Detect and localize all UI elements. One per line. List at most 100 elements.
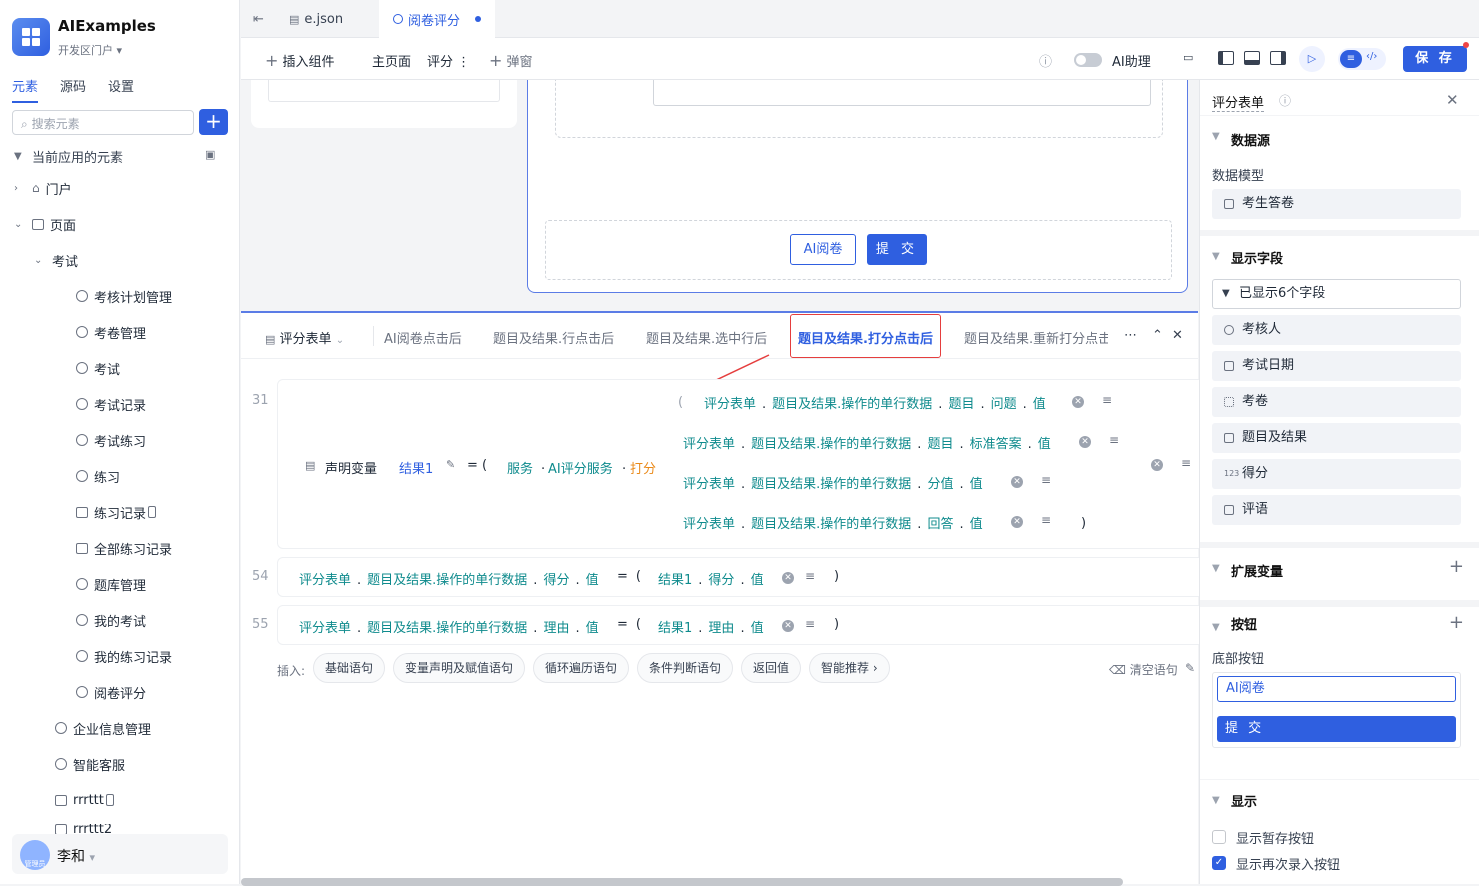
tree-item[interactable]: 考核计划管理 [76, 286, 172, 306]
code-mode-icon[interactable]: ‹/› [1366, 51, 1377, 62]
tree-item[interactable]: rrrttt [55, 790, 114, 810]
tab-active-page[interactable]: 阅卷评分 [379, 0, 496, 38]
caret-down-icon[interactable]: ▼ [1212, 251, 1220, 262]
help-icon[interactable]: ⓘ [1279, 92, 1291, 109]
arg-question[interactable]: 评分表单. 题目及结果.操作的单行数据. 题目. 问题. 值 [704, 393, 1046, 412]
form-textarea[interactable] [653, 80, 1151, 106]
tree-item[interactable]: 练习 [76, 466, 120, 486]
field-item[interactable]: 题目及结果 [1212, 423, 1461, 453]
remove-icon[interactable]: ✕ [1072, 396, 1084, 408]
event-tab[interactable]: 题目及结果.选中行后 [646, 328, 767, 347]
chevron-up-icon[interactable]: ⌃ [1152, 328, 1163, 343]
assign-target[interactable]: 评分表单. 题目及结果.操作的单行数据. 理由. 值 [299, 617, 599, 636]
collapse-sidebar-icon[interactable]: ⇤ [253, 0, 264, 38]
event-tab[interactable]: 题目及结果.行点击后 [493, 328, 614, 347]
options-icon[interactable]: ≡ [1181, 456, 1191, 470]
field-item[interactable]: 考核人 [1212, 315, 1461, 345]
caret-down-icon[interactable]: ▼ [1212, 563, 1220, 574]
show-draft-checkbox[interactable] [1212, 830, 1226, 844]
remove-icon[interactable]: ✕ [1011, 516, 1023, 528]
design-mode-icon[interactable]: ≡ [1340, 50, 1362, 68]
layout-icon[interactable]: ▭ [1183, 51, 1193, 64]
tab-settings[interactable]: 设置 [108, 76, 134, 103]
chip-basic-statement[interactable]: 基础语句 [313, 653, 386, 683]
options-icon[interactable]: ≡ [1102, 393, 1112, 407]
tree-item-pages[interactable]: ⌄ 页面 [14, 214, 76, 234]
chip-return[interactable]: 返回值 [741, 653, 802, 683]
options-icon[interactable]: ≡ [805, 617, 815, 631]
tab-elements[interactable]: 元素 [12, 76, 39, 103]
arg-standard-answer[interactable]: 评分表单. 题目及结果.操作的单行数据. 题目. 标准答案. 值 [683, 433, 1051, 452]
tree-item[interactable]: 智能客服 [55, 754, 125, 774]
assign-source[interactable]: 结果1. 理由. 值 [658, 617, 764, 636]
chip-condition-statement[interactable]: 条件判断语句 [637, 653, 734, 683]
add-button-icon[interactable]: + [1449, 612, 1464, 633]
fields-dropdown[interactable]: ▼ 已显示6个字段 [1212, 279, 1461, 309]
ai-assist-toggle[interactable] [1074, 53, 1102, 67]
options-icon[interactable]: ≡ [1109, 433, 1119, 447]
tree-item[interactable]: 题库管理 [76, 574, 146, 594]
options-icon[interactable]: ≡ [1041, 513, 1051, 527]
tree-item[interactable]: 企业信息管理 [55, 718, 151, 738]
collapse-icon[interactable]: ▣ [205, 148, 215, 161]
assign-source[interactable]: 结果1. 得分. 值 [658, 569, 764, 588]
chip-variable-statement[interactable]: 变量声明及赋值语句 [393, 653, 526, 683]
remove-icon[interactable]: ✕ [1011, 476, 1023, 488]
popup-button[interactable]: + 弹窗 [489, 51, 533, 70]
tree-item[interactable]: 全部练习记录 [76, 538, 172, 558]
remove-icon[interactable]: ✕ [782, 620, 794, 632]
tree-item-exam-group[interactable]: ⌄ 考试 [34, 250, 78, 270]
tree-item[interactable]: rrrttt2 [55, 824, 112, 834]
method-token[interactable]: 打分 [630, 458, 656, 477]
portal-switcher[interactable]: 开发区门户 ▾ [58, 42, 122, 58]
search-input[interactable]: ⌕ 搜索元素 [12, 110, 194, 135]
caret-down-icon[interactable]: ▼ [1212, 131, 1220, 142]
tree-root[interactable]: ▼ 当前应用的元素 [14, 146, 123, 166]
ai-grade-button[interactable]: AI阅卷 [790, 234, 856, 265]
service-name-token[interactable]: AI评分服务 [548, 458, 613, 477]
data-model-select[interactable]: 考生答卷 [1212, 189, 1461, 219]
preview-play-icon[interactable]: ▷ [1299, 46, 1325, 72]
field-item[interactable]: 考卷 [1212, 387, 1461, 417]
show-again-checkbox[interactable]: ✓ [1212, 856, 1226, 870]
left-panel-icon[interactable] [1218, 51, 1234, 65]
close-icon[interactable]: ✕ [1172, 328, 1183, 343]
options-icon[interactable]: ≡ [805, 569, 815, 583]
field-item[interactable]: 评语 [1212, 495, 1461, 525]
tree-item[interactable]: 我的练习记录 [76, 646, 172, 666]
close-icon[interactable]: ✕ [1446, 91, 1459, 109]
field-item[interactable]: 考试日期 [1212, 351, 1461, 381]
horizontal-scrollbar[interactable] [241, 878, 1123, 886]
tree-item[interactable]: 考试 [76, 358, 120, 378]
help-icon[interactable]: ⓘ [1039, 51, 1052, 70]
component-selector[interactable]: ▤ 评分表单 ⌄ [265, 328, 344, 347]
options-icon[interactable]: ≡ [1041, 473, 1051, 487]
tree-item-portal[interactable]: › ⌂ 门户 [14, 178, 72, 198]
event-tab[interactable]: 题目及结果.重新打分点击 [964, 328, 1108, 347]
tree-item[interactable]: 练习记录 [76, 502, 157, 522]
button-item-submit[interactable]: 提 交 [1217, 716, 1456, 742]
event-tab[interactable]: AI阅卷点击后 [384, 328, 462, 347]
remove-icon[interactable]: ✕ [782, 572, 794, 584]
assign-target[interactable]: 评分表单. 题目及结果.操作的单行数据. 得分. 值 [299, 569, 599, 588]
tree-item[interactable]: 考试练习 [76, 430, 146, 450]
add-element-button[interactable]: + [199, 109, 228, 135]
edit-source-icon[interactable]: ✎ [1185, 661, 1195, 675]
view-mode-switch[interactable]: ≡ ‹/› [1338, 48, 1386, 70]
user-menu[interactable]: 管理员 李和 ▾ [12, 834, 228, 874]
remove-icon[interactable]: ✕ [1079, 436, 1091, 448]
remove-icon[interactable]: ✕ [1151, 459, 1163, 471]
tree-item[interactable]: 我的考试 [76, 610, 146, 630]
field-item[interactable]: 123 得分 [1212, 459, 1461, 489]
clear-statements-button[interactable]: ⌫ 清空语句 [1109, 661, 1178, 678]
tab-source[interactable]: 源码 [60, 76, 86, 103]
chip-smart-recommend[interactable]: 智能推荐 › [809, 653, 890, 683]
variable-name[interactable]: 结果1 [399, 458, 433, 477]
bottom-panel-icon[interactable] [1244, 51, 1260, 65]
form-input-field[interactable] [268, 80, 500, 102]
tree-item[interactable]: 阅卷评分 [76, 682, 146, 702]
right-panel-icon[interactable] [1270, 51, 1286, 65]
add-ext-var-icon[interactable]: + [1449, 556, 1464, 577]
arg-score-value[interactable]: 评分表单. 题目及结果.操作的单行数据. 分值. 值 [683, 473, 983, 492]
service-token[interactable]: 服务 [507, 458, 533, 477]
